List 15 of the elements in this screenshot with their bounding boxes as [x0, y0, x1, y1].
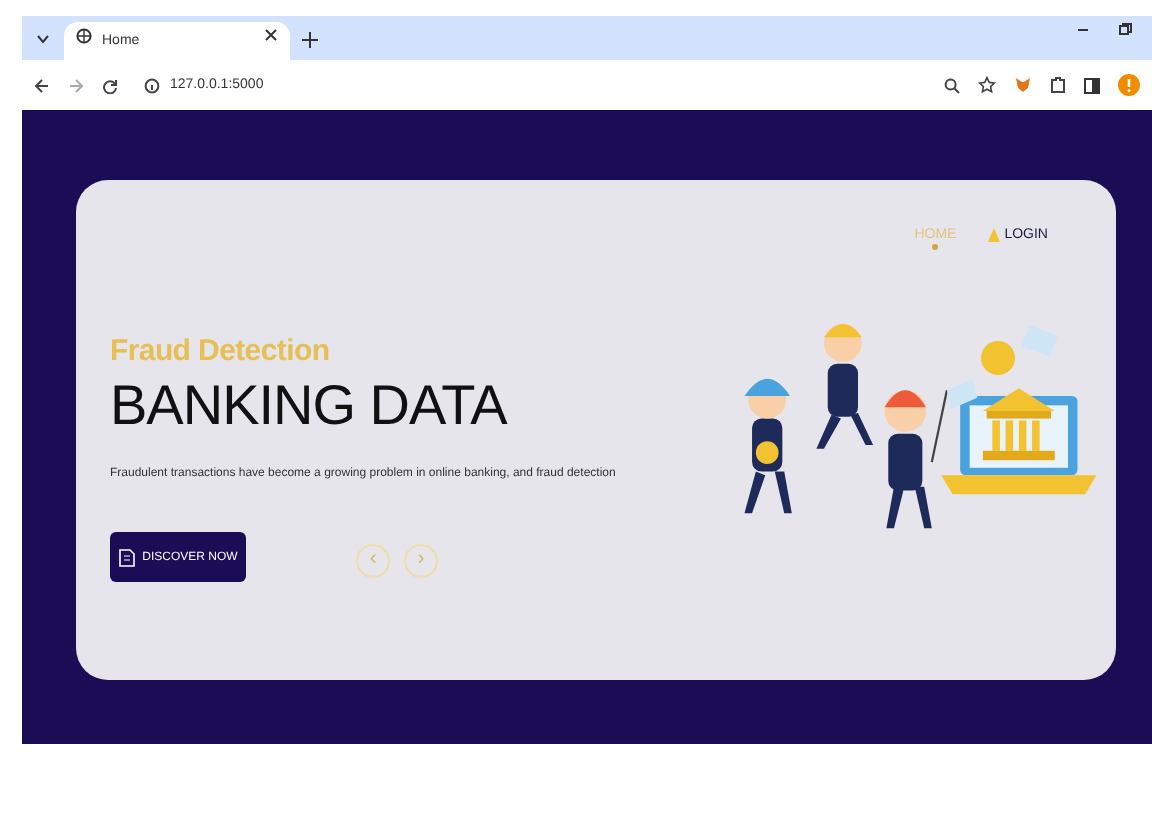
hero-title: BANKING DATA: [110, 374, 510, 438]
star-icon[interactable]: [978, 76, 996, 94]
new-tab-icon[interactable]: [302, 32, 318, 48]
site-info-icon[interactable]: [144, 77, 160, 93]
document-icon[interactable]: [118, 547, 137, 567]
restore-icon[interactable]: [1118, 22, 1132, 36]
dropdown-icon[interactable]: [34, 30, 52, 48]
sidebar-icon[interactable]: [1084, 77, 1100, 93]
hero-kicker: Fraud Detection: [110, 334, 332, 368]
fox-icon[interactable]: [1014, 76, 1032, 94]
globe-icon[interactable]: [76, 27, 92, 43]
reload-icon[interactable]: [102, 77, 118, 93]
zoom-icon[interactable]: [944, 77, 960, 93]
back-icon[interactable]: [34, 77, 50, 93]
close-icon[interactable]: [264, 28, 278, 42]
